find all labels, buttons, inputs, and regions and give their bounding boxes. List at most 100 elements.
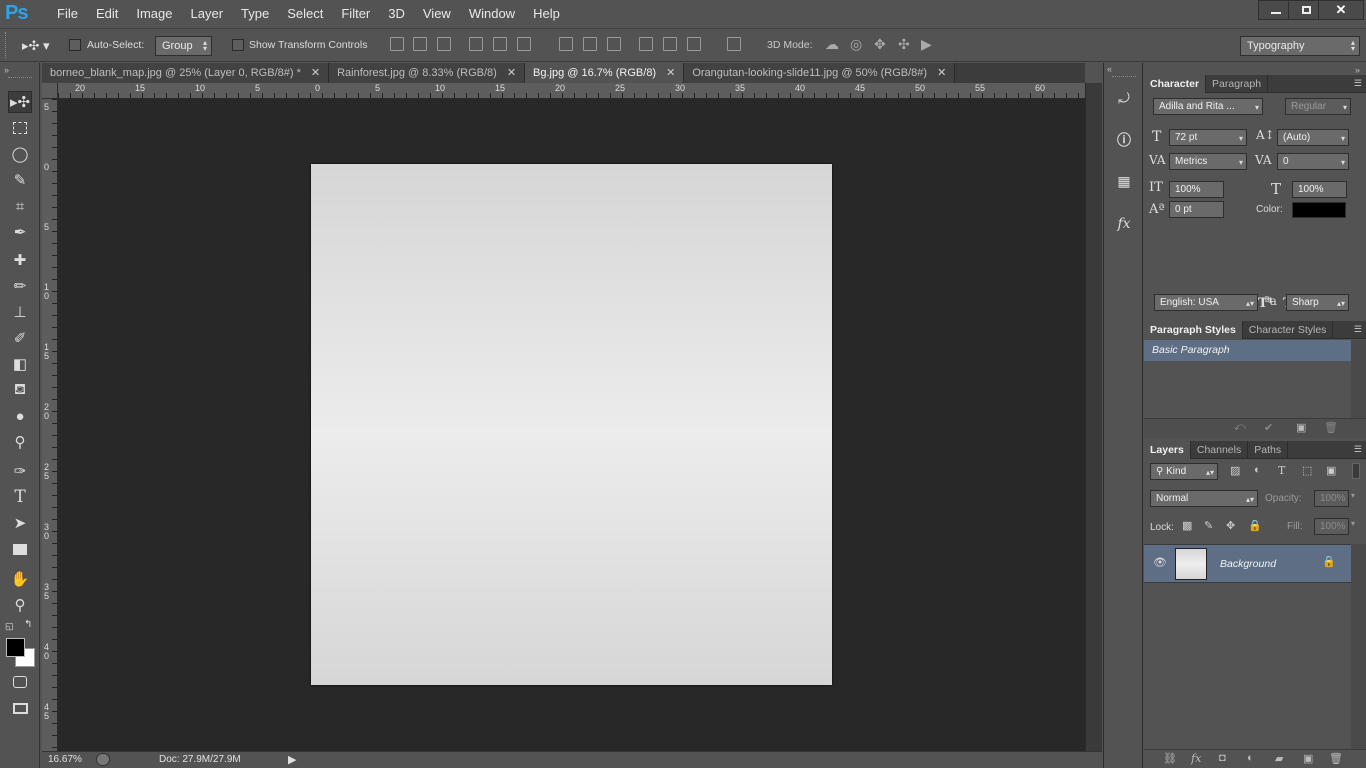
- auto-align-layers-icon[interactable]: [727, 37, 741, 51]
- new-layer-icon[interactable]: ▣: [1303, 752, 1313, 765]
- options-grip[interactable]: [5, 32, 8, 58]
- vertical-scrollbar[interactable]: [1085, 83, 1102, 751]
- panel-menu-icon[interactable]: ☰: [1354, 444, 1362, 455]
- lasso-tool-icon[interactable]: ◯: [8, 143, 32, 165]
- info-panel-icon[interactable]: ⓘ: [1113, 129, 1135, 151]
- swatches-panel-icon[interactable]: ▦: [1113, 170, 1135, 192]
- menu-select[interactable]: Select: [278, 0, 332, 28]
- history-panel-icon[interactable]: ⤾: [1113, 87, 1135, 109]
- swap-colors-icon[interactable]: ↰: [24, 619, 32, 630]
- crop-tool-icon[interactable]: ⌗: [8, 195, 32, 217]
- layer-row-background[interactable]: 👁 Background 🔒: [1144, 544, 1351, 583]
- menu-view[interactable]: View: [414, 0, 460, 28]
- path-selection-tool-icon[interactable]: ➤: [8, 512, 32, 534]
- visibility-eye-icon[interactable]: 👁: [1153, 556, 1167, 569]
- tab-orangutan[interactable]: Orangutan-looking-slide11.jpg @ 50% (RGB…: [684, 63, 956, 83]
- close-window-button[interactable]: ✕: [1318, 0, 1364, 20]
- paint-bucket-tool-icon[interactable]: ⛾: [8, 379, 32, 401]
- filter-smart-object-icon[interactable]: ▣: [1326, 464, 1336, 477]
- ruler-origin[interactable]: [42, 83, 58, 99]
- add-mask-icon[interactable]: ◘: [1219, 752, 1226, 764]
- move-tool-preset-icon[interactable]: ▸✣ ▾: [22, 38, 50, 54]
- align-vcenter-icon[interactable]: [413, 37, 427, 51]
- tab-paths[interactable]: Paths: [1248, 441, 1289, 459]
- antialias-dropdown[interactable]: Sharp ▴▾: [1286, 294, 1349, 311]
- distribute-top-icon[interactable]: [559, 37, 573, 51]
- distribute-vcenter-icon[interactable]: [583, 37, 597, 51]
- link-layers-icon[interactable]: ⛓: [1163, 752, 1177, 765]
- panel-menu-icon[interactable]: ☰: [1354, 324, 1362, 335]
- history-brush-tool-icon[interactable]: ✐: [8, 327, 32, 349]
- auto-select-target-dropdown[interactable]: Group ▴ ▾: [155, 36, 212, 56]
- dodge-tool-icon[interactable]: ⚲: [8, 431, 32, 453]
- adjustment-layer-icon[interactable]: ◐: [1247, 752, 1254, 764]
- align-right-icon[interactable]: [517, 37, 531, 51]
- tab-borneo-blank-map[interactable]: borneo_blank_map.jpg @ 25% (Layer 0, RGB…: [42, 63, 330, 83]
- tab-character-styles[interactable]: Character Styles: [1243, 321, 1334, 339]
- collapse-dock-icon[interactable]: «: [1107, 64, 1112, 74]
- distribute-left-icon[interactable]: [639, 37, 653, 51]
- opacity-field[interactable]: 100%: [1314, 490, 1349, 507]
- fill-field[interactable]: 100%: [1314, 518, 1349, 535]
- close-tab-icon[interactable]: ✕: [666, 67, 675, 79]
- document-canvas[interactable]: [311, 164, 832, 685]
- align-top-icon[interactable]: [390, 37, 404, 51]
- kerning-field[interactable]: Metrics ▾: [1169, 153, 1247, 170]
- align-bottom-icon[interactable]: [437, 37, 451, 51]
- brush-tool-icon[interactable]: ✏: [8, 275, 32, 297]
- tab-channels[interactable]: Channels: [1191, 441, 1249, 459]
- menu-type[interactable]: Type: [232, 0, 278, 28]
- close-tab-icon[interactable]: ✕: [937, 67, 946, 79]
- screen-mode-icon[interactable]: [8, 697, 32, 719]
- leading-field[interactable]: (Auto) ▾: [1277, 129, 1349, 146]
- share-icon[interactable]: [96, 753, 110, 766]
- delete-style-icon[interactable]: 🗑: [1324, 421, 1338, 434]
- zoom-level[interactable]: 16.67%: [48, 754, 82, 765]
- healing-brush-tool-icon[interactable]: ✚: [8, 249, 32, 271]
- menu-help[interactable]: Help: [524, 0, 569, 28]
- blur-tool-icon[interactable]: ●: [8, 405, 32, 427]
- font-size-field[interactable]: 72 pt ▾: [1169, 129, 1247, 146]
- lock-transparent-icon[interactable]: ▩: [1182, 519, 1192, 532]
- horizontal-ruler[interactable]: 20 15 10 5 0 5 10 15 20 25 30 35 40 45 5…: [58, 83, 1085, 99]
- hand-tool-icon[interactable]: ✋: [8, 568, 32, 590]
- chevron-down-icon[interactable]: ▾: [1351, 519, 1355, 528]
- quick-selection-tool-icon[interactable]: ✎: [8, 169, 32, 191]
- new-style-icon[interactable]: ▣: [1296, 421, 1306, 434]
- filter-shape-icon[interactable]: ⬚: [1302, 464, 1312, 477]
- clear-override-icon[interactable]: ⤺: [1234, 421, 1246, 434]
- tab-bg-active[interactable]: Bg.jpg @ 16.7% (RGB/8) ✕: [525, 63, 685, 83]
- lock-image-icon[interactable]: ✎: [1204, 519, 1213, 532]
- font-family-dropdown[interactable]: Adilla and Rita ... ▾: [1153, 98, 1263, 115]
- type-tool-icon[interactable]: T: [8, 486, 32, 508]
- menu-3d[interactable]: 3D: [379, 0, 414, 28]
- eyedropper-tool-icon[interactable]: ✒: [8, 221, 32, 243]
- layer-filter-dropdown[interactable]: ⚲ Kind ▴▾: [1150, 463, 1218, 480]
- tab-paragraph[interactable]: Paragraph: [1206, 75, 1269, 93]
- tab-character[interactable]: Character: [1144, 75, 1207, 93]
- horizontal-scale-field[interactable]: 100%: [1292, 181, 1347, 198]
- filter-pixel-icon[interactable]: ▨: [1230, 464, 1240, 477]
- panel-menu-icon[interactable]: ☰: [1354, 78, 1362, 89]
- tab-paragraph-styles[interactable]: Paragraph Styles: [1144, 321, 1243, 339]
- language-dropdown[interactable]: English: USA ▴▾: [1154, 294, 1258, 311]
- toolbar-grip[interactable]: [8, 77, 32, 79]
- menu-edit[interactable]: Edit: [87, 0, 127, 28]
- new-group-icon[interactable]: ▰: [1275, 752, 1283, 765]
- lock-position-icon[interactable]: ✥: [1226, 519, 1235, 532]
- distribute-hcenter-icon[interactable]: [663, 37, 677, 51]
- layers-scrollbar[interactable]: [1351, 544, 1366, 749]
- styles-panel-icon[interactable]: fx: [1113, 213, 1135, 235]
- vertical-scale-field[interactable]: 100%: [1169, 181, 1224, 198]
- foreground-color-swatch[interactable]: [6, 638, 25, 657]
- vertical-ruler[interactable]: 5 0 5 1 0 1 5 2 0 2 5 3 0 3 5 4 0 4 5: [42, 99, 58, 751]
- paragraph-style-item[interactable]: Basic Paragraph: [1144, 340, 1351, 361]
- font-style-dropdown[interactable]: Regular ▾: [1285, 98, 1351, 115]
- menu-file[interactable]: File: [48, 0, 87, 28]
- tab-layers[interactable]: Layers: [1144, 441, 1191, 459]
- filter-toggle[interactable]: [1352, 463, 1360, 479]
- auto-select-checkbox[interactable]: [69, 39, 81, 51]
- delete-layer-icon[interactable]: 🗑: [1329, 752, 1343, 765]
- styles-scrollbar[interactable]: [1351, 340, 1366, 418]
- close-tab-icon[interactable]: ✕: [507, 67, 516, 79]
